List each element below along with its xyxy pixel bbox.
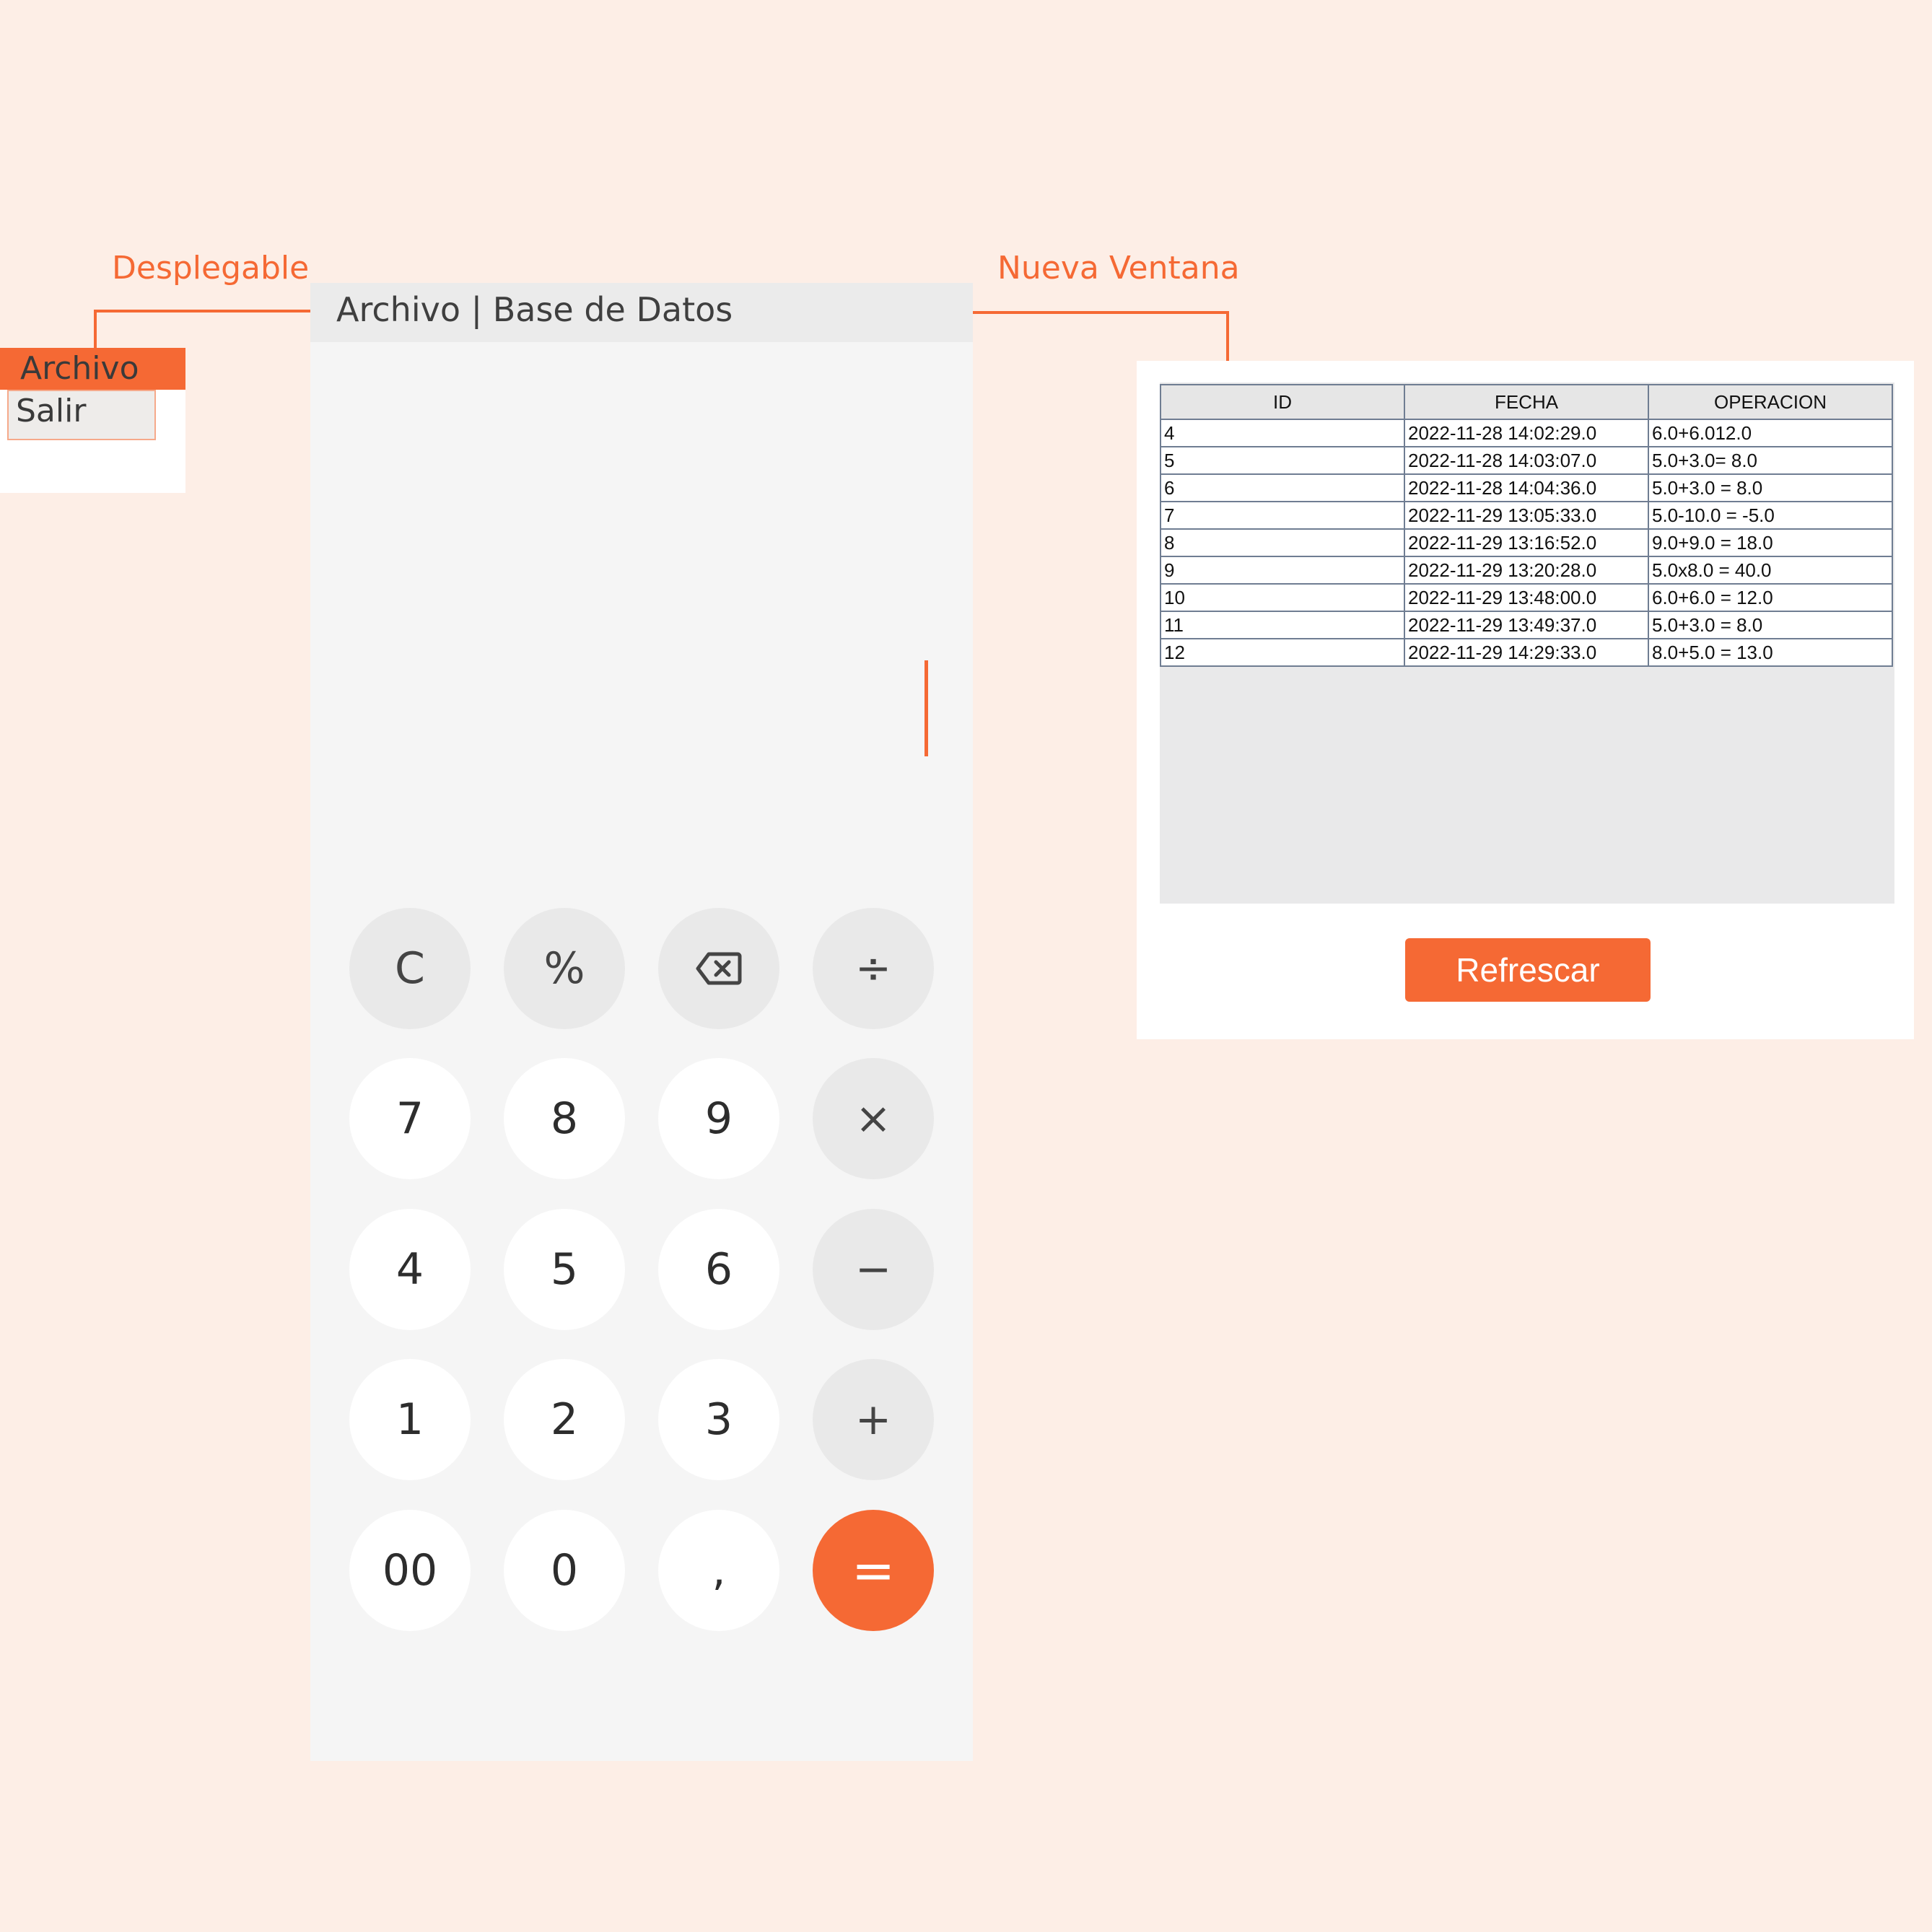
key-9-label: 9 xyxy=(704,1093,733,1144)
table-header-row: ID FECHA OPERACION xyxy=(1160,384,1893,420)
key-5-label: 5 xyxy=(550,1244,579,1295)
minus-button[interactable]: − xyxy=(813,1209,934,1330)
cell-id: 11 xyxy=(1160,611,1405,639)
cell-id: 9 xyxy=(1160,556,1405,585)
cell-operacion: 6.0+6.0 = 12.0 xyxy=(1648,583,1893,612)
clear-button[interactable]: C xyxy=(349,908,471,1029)
menu-bar-label[interactable]: Archivo | Base de Datos xyxy=(336,283,733,342)
cell-fecha: 2022-11-29 13:20:28.0 xyxy=(1404,556,1649,585)
key-2-label: 2 xyxy=(550,1394,579,1445)
cell-fecha: 2022-11-28 14:02:29.0 xyxy=(1404,419,1649,447)
divide-button[interactable]: ÷ xyxy=(813,908,934,1029)
key-2[interactable]: 2 xyxy=(504,1359,625,1480)
percent-label: % xyxy=(543,943,585,994)
cell-operacion: 5.0-10.0 = -5.0 xyxy=(1648,501,1893,530)
dropdown-menu: Archivo Salir xyxy=(0,348,185,493)
text-cursor xyxy=(925,660,928,756)
table-row[interactable]: 6 2022-11-28 14:04:36.0 5.0+3.0 = 8.0 xyxy=(1160,473,1893,502)
cell-id: 12 xyxy=(1160,638,1405,667)
key-9[interactable]: 9 xyxy=(658,1058,779,1179)
cell-id: 8 xyxy=(1160,528,1405,557)
table-row[interactable]: 7 2022-11-29 13:05:33.0 5.0-10.0 = -5.0 xyxy=(1160,501,1893,530)
key-4[interactable]: 4 xyxy=(349,1209,471,1330)
cell-fecha: 2022-11-29 13:49:37.0 xyxy=(1404,611,1649,639)
table-row[interactable]: 9 2022-11-29 13:20:28.0 5.0x8.0 = 40.0 xyxy=(1160,556,1893,585)
annotation-nueva-ventana: Nueva Ventana xyxy=(997,250,1240,287)
key-5[interactable]: 5 xyxy=(504,1209,625,1330)
key-6-label: 6 xyxy=(704,1244,733,1295)
cell-fecha: 2022-11-28 14:03:07.0 xyxy=(1404,446,1649,475)
multiply-button[interactable]: × xyxy=(813,1058,934,1179)
column-header-fecha[interactable]: FECHA xyxy=(1404,384,1649,420)
table-row[interactable]: 4 2022-11-28 14:02:29.0 6.0+6.012.0 xyxy=(1160,419,1893,447)
cell-operacion: 5.0+3.0= 8.0 xyxy=(1648,446,1893,475)
backspace-icon xyxy=(696,952,742,985)
plus-button[interactable]: + xyxy=(813,1359,934,1480)
equals-button[interactable]: = xyxy=(813,1510,934,1631)
key-7-label: 7 xyxy=(395,1093,424,1144)
divide-label: ÷ xyxy=(854,943,892,994)
table-row[interactable]: 10 2022-11-29 13:48:00.0 6.0+6.0 = 12.0 xyxy=(1160,583,1893,612)
cell-operacion: 9.0+9.0 = 18.0 xyxy=(1648,528,1893,557)
cell-id: 7 xyxy=(1160,501,1405,530)
menu-item-salir[interactable]: Salir xyxy=(7,390,156,440)
cell-id: 5 xyxy=(1160,446,1405,475)
multiply-label: × xyxy=(854,1093,892,1144)
cell-fecha: 2022-11-28 14:04:36.0 xyxy=(1404,473,1649,502)
cell-operacion: 5.0+3.0 = 8.0 xyxy=(1648,611,1893,639)
percent-button[interactable]: % xyxy=(504,908,625,1029)
clear-label: C xyxy=(395,943,425,994)
table-row[interactable]: 8 2022-11-29 13:16:52.0 9.0+9.0 = 18.0 xyxy=(1160,528,1893,557)
calculator-panel: Archivo | Base de Datos C % ÷ 7 8 9 × 4 … xyxy=(310,283,973,1761)
cell-fecha: 2022-11-29 13:16:52.0 xyxy=(1404,528,1649,557)
cell-operacion: 6.0+6.012.0 xyxy=(1648,419,1893,447)
cell-id: 10 xyxy=(1160,583,1405,612)
cell-operacion: 8.0+5.0 = 13.0 xyxy=(1648,638,1893,667)
cell-operacion: 5.0x8.0 = 40.0 xyxy=(1648,556,1893,585)
dropdown-header-archivo[interactable]: Archivo xyxy=(0,348,185,390)
table-row[interactable]: 11 2022-11-29 13:49:37.0 5.0+3.0 = 8.0 xyxy=(1160,611,1893,639)
history-table: ID FECHA OPERACION 4 2022-11-28 14:02:29.… xyxy=(1160,384,1893,667)
connector-line-right-drop xyxy=(1226,311,1229,361)
cell-operacion: 5.0+3.0 = 8.0 xyxy=(1648,473,1893,502)
results-window: ID FECHA OPERACION 4 2022-11-28 14:02:29.… xyxy=(1137,361,1914,1039)
key-6[interactable]: 6 xyxy=(658,1209,779,1330)
column-header-operacion[interactable]: OPERACION xyxy=(1648,384,1893,420)
key-4-label: 4 xyxy=(395,1244,424,1295)
table-row[interactable]: 12 2022-11-29 14:29:33.0 8.0+5.0 = 13.0 xyxy=(1160,638,1893,667)
equals-label: = xyxy=(851,1540,896,1601)
comma-label: , xyxy=(712,1545,726,1596)
plus-label: + xyxy=(854,1394,892,1445)
key-3[interactable]: 3 xyxy=(658,1359,779,1480)
refrescar-button[interactable]: Refrescar xyxy=(1405,938,1651,1002)
backspace-button[interactable] xyxy=(658,908,779,1029)
comma-button[interactable]: , xyxy=(658,1510,779,1631)
minus-label: − xyxy=(854,1244,892,1295)
key-1-label: 1 xyxy=(395,1394,424,1445)
connector-line-left-drop xyxy=(94,310,97,349)
key-00[interactable]: 00 xyxy=(349,1510,471,1631)
key-1[interactable]: 1 xyxy=(349,1359,471,1480)
key-3-label: 3 xyxy=(704,1394,733,1445)
menu-bar: Archivo | Base de Datos xyxy=(310,283,973,342)
cell-id: 4 xyxy=(1160,419,1405,447)
key-0[interactable]: 0 xyxy=(504,1510,625,1631)
key-0-label: 0 xyxy=(550,1545,579,1596)
key-7[interactable]: 7 xyxy=(349,1058,471,1179)
key-00-label: 00 xyxy=(382,1545,438,1596)
key-8-label: 8 xyxy=(550,1093,579,1144)
column-header-id[interactable]: ID xyxy=(1160,384,1405,420)
cell-fecha: 2022-11-29 14:29:33.0 xyxy=(1404,638,1649,667)
connector-line-left xyxy=(94,310,325,312)
cell-fecha: 2022-11-29 13:48:00.0 xyxy=(1404,583,1649,612)
cell-fecha: 2022-11-29 13:05:33.0 xyxy=(1404,501,1649,530)
cell-id: 6 xyxy=(1160,473,1405,502)
table-row[interactable]: 5 2022-11-28 14:03:07.0 5.0+3.0= 8.0 xyxy=(1160,446,1893,475)
key-8[interactable]: 8 xyxy=(504,1058,625,1179)
annotation-desplegable: Desplegable xyxy=(112,250,310,287)
